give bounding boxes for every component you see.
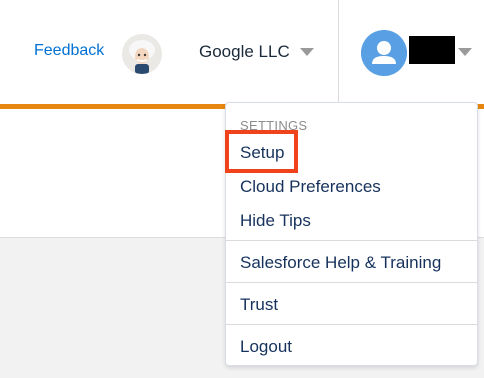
user-silhouette-graphic — [361, 30, 407, 76]
menu-item-help-training[interactable]: Salesforce Help & Training — [240, 253, 441, 273]
user-menu-dropdown: SETTINGS Setup Cloud Preferences Hide Ti… — [225, 102, 478, 366]
menu-divider — [226, 282, 477, 283]
header-divider — [338, 0, 339, 104]
menu-item-setup[interactable]: Setup — [240, 143, 284, 163]
einstein-avatar-icon — [122, 34, 162, 74]
menu-section-settings: SETTINGS — [240, 118, 308, 133]
menu-divider — [226, 240, 477, 241]
feedback-link[interactable]: Feedback — [34, 42, 104, 60]
global-header: Feedback Google LLC — [0, 0, 484, 104]
menu-divider — [226, 324, 477, 325]
menu-item-cloud-preferences[interactable]: Cloud Preferences — [240, 177, 381, 197]
menu-item-logout[interactable]: Logout — [240, 337, 292, 357]
redacted-username — [409, 36, 455, 64]
menu-item-hide-tips[interactable]: Hide Tips — [240, 211, 311, 231]
user-avatar-icon[interactable] — [361, 30, 407, 76]
caret-down-icon[interactable] — [458, 48, 472, 56]
org-switcher-label[interactable]: Google LLC — [199, 42, 290, 62]
page: Feedback Google LLC SETTINGS Setup Cloud… — [0, 0, 484, 378]
menu-item-trust[interactable]: Trust — [240, 295, 278, 315]
caret-down-icon[interactable] — [300, 48, 314, 56]
einstein-avatar-graphic — [122, 34, 162, 74]
